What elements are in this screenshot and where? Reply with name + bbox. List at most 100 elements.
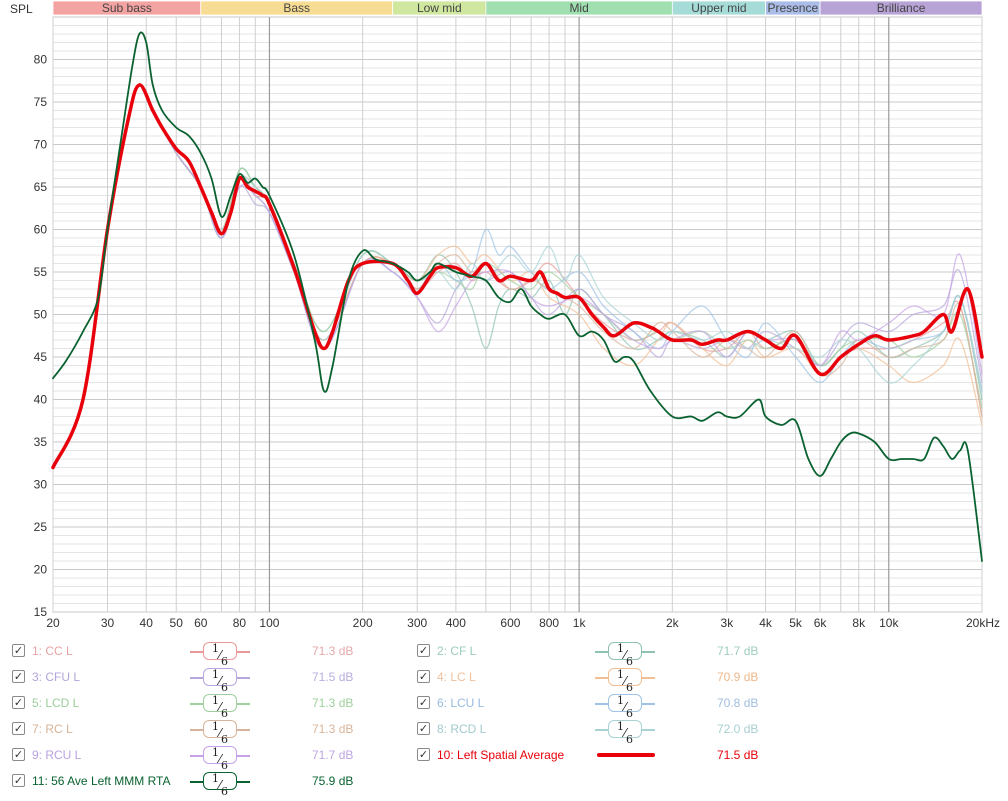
y-tick-label: 45 xyxy=(34,350,48,364)
legend-row: ✓ 10: Left Spatial Average 71.5 dB xyxy=(415,746,795,766)
x-tick-label: 4k xyxy=(759,616,773,630)
legend-label[interactable]: 1: CC L xyxy=(32,644,73,658)
y-tick-label: 55 xyxy=(34,265,48,279)
x-tick-label: 100 xyxy=(259,616,279,630)
smoothing-numerator: 1 xyxy=(211,668,219,681)
legend-label[interactable]: 7: RC L xyxy=(32,722,73,736)
smoothing-denominator: 6 xyxy=(626,655,633,669)
smoothing-numerator: 1 xyxy=(211,772,219,785)
y-axis-label: SPL xyxy=(10,2,33,16)
smoothing-denominator: 6 xyxy=(221,733,228,747)
smoothing-button[interactable]: 1⁄6 xyxy=(608,668,642,694)
smoothing-numerator: 1 xyxy=(211,642,219,655)
smoothing-denominator: 6 xyxy=(626,681,633,695)
x-tick-label: 60 xyxy=(194,616,208,630)
smoothing-button[interactable]: 1⁄6 xyxy=(608,694,642,720)
legend-checkbox[interactable]: ✓ xyxy=(417,644,430,657)
frequency-band-strip: Sub bass Bass Low mid Mid Upper mid Presence B… xyxy=(52,0,983,16)
smoothing-button[interactable]: 1⁄6 xyxy=(203,772,237,798)
smoothing-denominator: 6 xyxy=(221,785,228,799)
smoothing-denominator: 6 xyxy=(221,707,228,721)
smoothing-denominator: 6 xyxy=(221,681,228,695)
y-tick-label: 25 xyxy=(34,520,48,534)
legend-value: 71.3 dB xyxy=(312,696,354,710)
smoothing-numerator: 1 xyxy=(211,720,219,733)
legend-row: ✓ 3: CFU L 1⁄6 71.5 dB xyxy=(10,668,390,694)
legend-checkbox[interactable]: ✓ xyxy=(417,696,430,709)
band-label: Sub bass xyxy=(102,1,152,15)
x-tick-label: 20kHz xyxy=(966,616,1000,630)
legend-checkbox[interactable]: ✓ xyxy=(417,670,430,683)
legend: ✓ 1: CC L 1⁄6 71.3 dB ✓ 2: CF L 1⁄6 71.7 dB ✓ 3: … xyxy=(0,632,1008,801)
band-label: Presence xyxy=(767,1,818,15)
smoothing-button[interactable]: 1⁄6 xyxy=(203,746,237,772)
legend-row: ✓ 6: LCU L 1⁄6 70.8 dB xyxy=(415,694,795,720)
x-tick-label: 300 xyxy=(407,616,427,630)
x-tick-label: 1k xyxy=(573,616,587,630)
smoothing-button[interactable]: 1⁄6 xyxy=(203,668,237,694)
smoothing-denominator: 6 xyxy=(626,707,633,721)
x-tick-label: 6k xyxy=(814,616,828,630)
x-tick-label: 8k xyxy=(852,616,866,630)
y-tick-label: 40 xyxy=(34,393,48,407)
y-tick-label: 75 xyxy=(34,95,48,109)
legend-value: 72.0 dB xyxy=(717,722,759,736)
legend-label[interactable]: 9: RCU L xyxy=(32,748,81,762)
legend-checkbox[interactable]: ✓ xyxy=(12,748,25,761)
legend-label[interactable]: 2: CF L xyxy=(437,644,476,658)
x-tick-label: 50 xyxy=(170,616,184,630)
band-label: Brilliance xyxy=(877,1,926,15)
legend-value: 71.5 dB xyxy=(717,748,759,762)
legend-value: 71.5 dB xyxy=(312,670,354,684)
y-tick-label: 50 xyxy=(34,308,48,322)
band-label: Low mid xyxy=(417,1,462,15)
smoothing-numerator: 1 xyxy=(616,668,624,681)
legend-value: 71.3 dB xyxy=(312,644,354,658)
legend-label[interactable]: 8: RCD L xyxy=(437,722,486,736)
y-tick-label: 70 xyxy=(34,138,48,152)
legend-checkbox[interactable]: ✓ xyxy=(12,722,25,735)
smoothing-button[interactable]: 1⁄6 xyxy=(608,642,642,668)
x-tick-label: 200 xyxy=(353,616,373,630)
legend-label[interactable]: 11: 56 Ave Left MMM RTA xyxy=(32,774,171,788)
legend-checkbox[interactable]: ✓ xyxy=(12,670,25,683)
x-tick-label: 2k xyxy=(666,616,680,630)
smoothing-denominator: 6 xyxy=(626,733,633,747)
y-tick-label: 60 xyxy=(34,223,48,237)
x-tick-label: 10k xyxy=(879,616,899,630)
legend-label[interactable]: 4: LC L xyxy=(437,670,476,684)
legend-swatch-line xyxy=(597,753,655,757)
legend-row: ✓ 4: LC L 1⁄6 70.9 dB xyxy=(415,668,795,694)
x-tick-label: 30 xyxy=(101,616,115,630)
legend-label[interactable]: 3: CFU L xyxy=(32,670,80,684)
legend-value: 70.9 dB xyxy=(717,670,759,684)
x-tick-label: 20 xyxy=(46,616,60,630)
y-tick-label: 20 xyxy=(34,563,48,577)
smoothing-button[interactable]: 1⁄6 xyxy=(203,642,237,668)
smoothing-button[interactable]: 1⁄6 xyxy=(203,720,237,746)
x-axis-ticks: 20 30 40 50 60 80 100 200 300 400 600 800 1k 2k 3k 4k 5k… xyxy=(46,616,1000,630)
y-tick-label: 15 xyxy=(34,605,48,619)
smoothing-denominator: 6 xyxy=(221,655,228,669)
x-tick-label: 600 xyxy=(500,616,520,630)
legend-value: 75.9 dB xyxy=(312,774,354,788)
legend-label[interactable]: 6: LCU L xyxy=(437,696,484,710)
legend-checkbox[interactable]: ✓ xyxy=(12,696,25,709)
legend-checkbox[interactable]: ✓ xyxy=(12,644,25,657)
legend-row: ✓ 2: CF L 1⁄6 71.7 dB xyxy=(415,642,795,668)
legend-label[interactable]: 5: LCD L xyxy=(32,696,79,710)
smoothing-button[interactable]: 1⁄6 xyxy=(203,694,237,720)
legend-checkbox[interactable]: ✓ xyxy=(417,722,430,735)
smoothing-numerator: 1 xyxy=(211,746,219,759)
y-tick-label: 65 xyxy=(34,180,48,194)
smoothing-button[interactable]: 1⁄6 xyxy=(608,720,642,746)
band-label: Upper mid xyxy=(691,1,746,15)
legend-value: 71.7 dB xyxy=(717,644,759,658)
x-tick-label: 40 xyxy=(140,616,154,630)
legend-checkbox[interactable]: ✓ xyxy=(12,774,25,787)
y-axis-ticks: 15 20 25 30 35 40 45 50 55 60 65 70 75 80 xyxy=(34,53,48,620)
legend-label[interactable]: 10: Left Spatial Average xyxy=(437,748,564,762)
band-label: Bass xyxy=(283,1,310,15)
legend-checkbox[interactable]: ✓ xyxy=(417,748,430,761)
legend-value: 70.8 dB xyxy=(717,696,759,710)
